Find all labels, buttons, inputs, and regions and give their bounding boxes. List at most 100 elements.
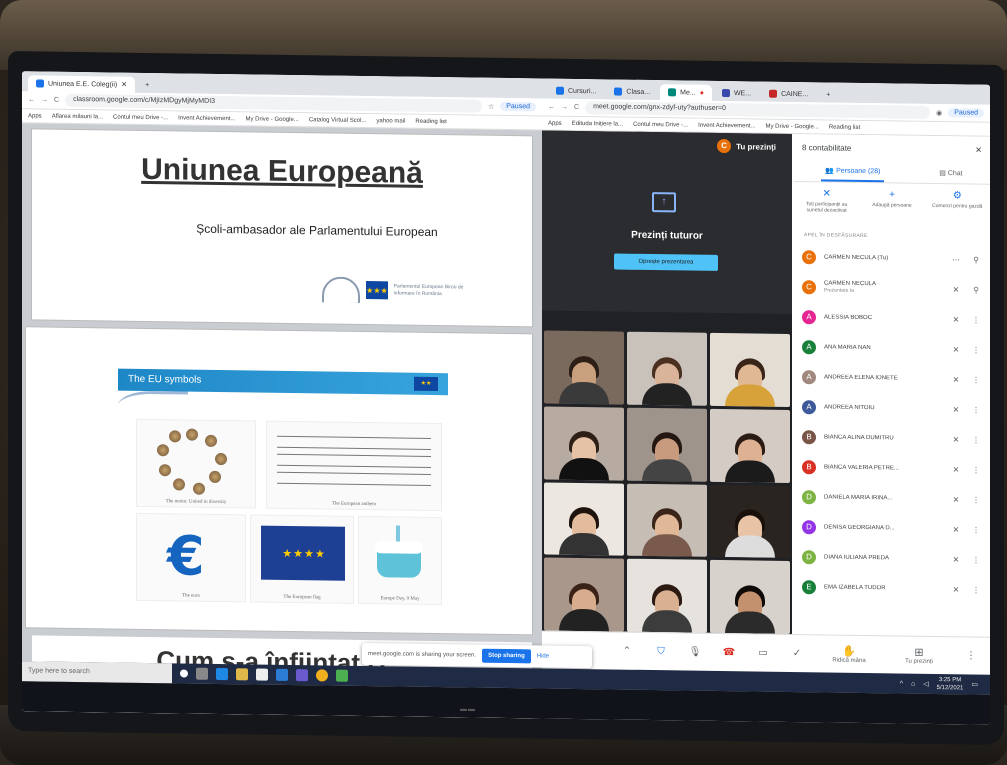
more-options-icon[interactable]: ⋮: [970, 315, 982, 324]
mic-off-icon[interactable]: ✕: [950, 465, 962, 474]
participant-tile[interactable]: [627, 331, 707, 406]
participant-tile[interactable]: [544, 557, 624, 632]
browser-tab[interactable]: WE...: [714, 85, 759, 102]
left-profile-button[interactable]: Paused: [500, 101, 536, 112]
more-options-icon[interactable]: ⋮: [970, 495, 982, 504]
more-options-icon[interactable]: ⋮: [970, 375, 982, 384]
shield-icon[interactable]: ⛉: [644, 646, 678, 657]
bookmark-item[interactable]: My Drive - Google...: [245, 116, 298, 123]
reload-icon[interactable]: C: [574, 104, 579, 111]
participant-row[interactable]: D DIANA IULIANA PREDA ✕ ⋮: [794, 542, 990, 575]
taskbar-search-input[interactable]: Type here to search: [22, 661, 172, 684]
mic-off-icon[interactable]: ✕: [950, 405, 962, 414]
pin-icon[interactable]: ⚲: [970, 285, 982, 294]
more-icon[interactable]: ⋯: [950, 255, 962, 264]
chevron-up-icon[interactable]: ⌃: [610, 645, 644, 657]
participant-row[interactable]: A ANA MARIA NAN ✕ ⋮: [794, 332, 990, 365]
more-options-icon[interactable]: ⋮: [970, 555, 982, 564]
bookmark-item[interactable]: Reading list: [829, 124, 860, 130]
bookmark-item[interactable]: Invent Achievement...: [698, 122, 755, 129]
browser-tab[interactable]: CAINE...: [761, 86, 816, 103]
mic-off-icon[interactable]: ✕: [950, 435, 962, 444]
participant-tile[interactable]: [627, 483, 707, 558]
close-icon[interactable]: ✕: [121, 81, 127, 89]
participant-tile[interactable]: [710, 484, 790, 559]
new-tab-button[interactable]: +: [137, 77, 157, 93]
more-options-icon[interactable]: ⋮: [970, 435, 982, 444]
more-options-icon[interactable]: ⋮: [970, 345, 982, 354]
participant-row[interactable]: D DENISA GEORGIANA D... ✕ ⋮: [794, 512, 990, 545]
hide-button[interactable]: Hide: [537, 653, 549, 659]
mic-off-icon[interactable]: ✕: [950, 375, 962, 384]
mic-off-icon[interactable]: ✕: [950, 495, 962, 504]
bookmark-item[interactable]: Catalog Virtual Scol...: [309, 117, 367, 124]
bookmark-item[interactable]: yahoo mail: [376, 118, 405, 124]
captions-icon[interactable]: ✓: [780, 648, 814, 659]
volume-icon[interactable]: ◁: [923, 680, 928, 688]
forward-icon[interactable]: →: [561, 104, 568, 111]
bookmark-item[interactable]: Contul meu Drive -...: [113, 114, 168, 121]
participant-row[interactable]: B BIANCA VALERIA PETRE... ✕ ⋮: [794, 452, 990, 485]
app-icon[interactable]: [296, 669, 308, 682]
right-url-input[interactable]: meet.google.com/gnx-zdyf-uty?authuser=0: [585, 101, 931, 119]
mic-off-icon[interactable]: ✕: [950, 345, 962, 354]
participant-tile[interactable]: [627, 558, 707, 633]
mute-all-button[interactable]: ✕ Toți participanții au sunetul dezactiva…: [799, 188, 855, 214]
participant-tile[interactable]: [710, 560, 790, 634]
present-now-button[interactable]: ⊞ Tu prezinți: [884, 645, 954, 665]
mic-off-icon[interactable]: ✕: [950, 525, 962, 534]
back-icon[interactable]: ←: [28, 96, 35, 103]
file-explorer-icon[interactable]: [236, 668, 248, 681]
pin-icon[interactable]: ⚲: [970, 255, 982, 264]
add-people-button[interactable]: + Adaugă persoane: [864, 189, 920, 209]
participant-row[interactable]: E EMA IZABELA TUDOR ✕ ⋮: [794, 572, 990, 605]
bookmark-item[interactable]: Aflarea măsurii la...: [52, 113, 103, 120]
more-options-icon[interactable]: ⋮: [954, 650, 988, 661]
participant-tile[interactable]: [544, 482, 624, 556]
participant-row[interactable]: B BIANCA ALINA DUMITRU ✕ ⋮: [794, 422, 990, 455]
bookmark-item[interactable]: Invent Achievement...: [178, 115, 235, 122]
chevron-up-icon[interactable]: ^: [900, 680, 903, 687]
bookmark-item[interactable]: My Drive - Google...: [765, 123, 818, 130]
app-icon[interactable]: [336, 669, 348, 682]
participant-tile[interactable]: [710, 408, 790, 483]
stop-sharing-button[interactable]: Stop sharing: [482, 648, 531, 664]
back-icon[interactable]: ←: [548, 104, 555, 111]
participant-row[interactable]: C CARMEN NECULA Prezentare ta ✕ ⚲: [794, 272, 990, 305]
bookmark-item[interactable]: Apps: [548, 120, 562, 126]
reload-icon[interactable]: C: [54, 97, 59, 104]
classroom-tab[interactable]: Uniunea E.E. Coleg(ii) ✕: [28, 75, 136, 93]
task-view-icon[interactable]: [196, 667, 208, 680]
hang-up-button[interactable]: ☎: [712, 647, 746, 658]
tab-people[interactable]: 👥 Persoane (28): [821, 160, 885, 182]
mic-off-icon[interactable]: ✕: [950, 585, 962, 594]
meet-tab[interactable]: Me... ●: [660, 84, 712, 101]
camera-icon[interactable]: ◉: [936, 109, 942, 117]
participant-tile[interactable]: [710, 332, 790, 407]
participant-tile[interactable]: [627, 407, 707, 482]
bookmark-item[interactable]: Edituda Inițiere la...: [572, 120, 623, 127]
participant-row[interactable]: A ANDREEA NITOIU ✕ ⋮: [794, 392, 990, 425]
participant-tile[interactable]: [544, 406, 624, 481]
camera-toggle-icon[interactable]: ▭: [746, 647, 780, 659]
browser-tab[interactable]: Clasa...: [606, 83, 658, 100]
star-icon[interactable]: ☆: [488, 102, 494, 110]
mail-icon[interactable]: [276, 668, 288, 681]
stop-presenting-button[interactable]: Oprește prezentarea: [614, 253, 718, 271]
store-icon[interactable]: [256, 668, 268, 681]
mic-icon[interactable]: 🎙: [678, 646, 712, 658]
bookmark-item[interactable]: Contul meu Drive -...: [633, 121, 688, 128]
bookmark-item[interactable]: Apps: [28, 113, 42, 119]
browser-tab[interactable]: Cursuri...: [548, 83, 604, 100]
network-icon[interactable]: ⌂: [911, 680, 915, 687]
new-tab-button[interactable]: +: [818, 86, 838, 102]
mic-off-icon[interactable]: ✕: [950, 315, 962, 324]
mic-off-icon[interactable]: ✕: [950, 285, 962, 294]
cortana-icon[interactable]: [180, 669, 188, 678]
bookmark-item[interactable]: Reading list: [415, 118, 446, 124]
host-controls-button[interactable]: ⚙ Comenzi pentru gazdă: [929, 190, 985, 210]
participant-tile[interactable]: [544, 330, 624, 405]
chrome-icon[interactable]: [316, 669, 328, 682]
participant-row[interactable]: A ANDREEA ELENA IONETE ✕ ⋮: [794, 362, 990, 395]
more-options-icon[interactable]: ⋮: [970, 465, 982, 474]
